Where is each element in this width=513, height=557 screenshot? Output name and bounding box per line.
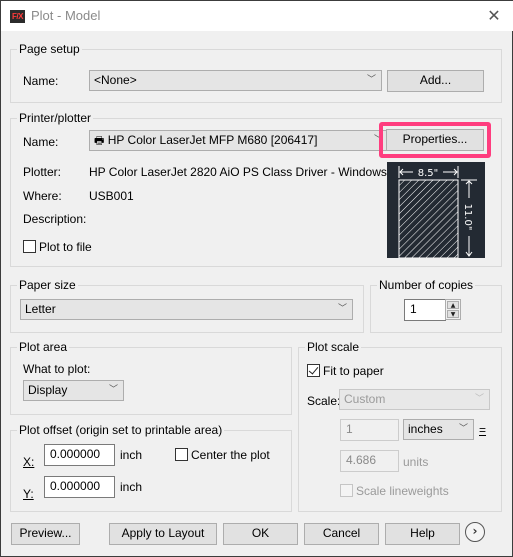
page-setup-label: Page setup [17, 42, 82, 56]
what-to-plot-label: What to plot: [23, 362, 91, 376]
plot-to-file-checkbox[interactable] [23, 240, 36, 253]
plot-to-file-label[interactable]: Plot to file [39, 240, 92, 254]
chevron-down-icon: ﹀ [474, 394, 484, 404]
plot-offset-group: Plot offset (origin set to printable are… [10, 423, 292, 512]
expand-button[interactable]: › [465, 522, 485, 542]
printer-name-select[interactable]: 🖶 HP Color LaserJet MFP M680 [206417] ﹀ [89, 130, 389, 151]
page-setup-name-select[interactable]: <None> ﹀ [89, 70, 382, 91]
drawing-units-label: units [403, 455, 429, 469]
fit-to-paper-label[interactable]: Fit to paper [323, 364, 384, 378]
plotter-label: Plotter: [23, 165, 62, 179]
copies-label: Number of copies [377, 278, 476, 292]
app-logo-icon: F/X [10, 10, 25, 23]
paper-sheet [398, 179, 459, 259]
properties-button[interactable]: Properties... [386, 129, 484, 151]
description-label: Description: [23, 212, 87, 226]
paper-units-input[interactable]: 1 [340, 419, 399, 441]
ok-button[interactable]: OK [223, 523, 298, 545]
scale-select[interactable]: Custom ﹀ [339, 389, 490, 410]
plot-dialog: F/X Plot - Model ✕ Page setup Name: <Non… [0, 0, 513, 557]
scale-value: Custom [344, 392, 386, 406]
apply-to-layout-button[interactable]: Apply to Layout [109, 523, 217, 545]
help-button[interactable]: Help [385, 523, 460, 545]
offset-y-label: Y: [23, 487, 34, 501]
chevron-right-icon: › [472, 524, 478, 538]
preview-button[interactable]: Preview... [11, 523, 80, 545]
scale-lineweights-label[interactable]: Scale lineweights [356, 484, 449, 498]
fit-to-paper-checkbox[interactable] [307, 364, 320, 377]
where-label: Where: [23, 189, 62, 203]
center-plot-label[interactable]: Center the plot [191, 448, 270, 462]
units-select[interactable]: inches ﹀ [403, 419, 474, 440]
what-to-plot-value: Display [28, 383, 68, 397]
offset-y-unit: inch [120, 480, 143, 494]
title-bar: F/X Plot - Model ✕ [1, 0, 513, 31]
paper-height-label: 11.0" [462, 204, 473, 231]
scale-lineweights-checkbox[interactable] [340, 484, 353, 497]
plot-scale-label: Plot scale [305, 340, 362, 354]
paper-size-label: Paper size [17, 278, 78, 292]
paper-size-select[interactable]: Letter ﹀ [20, 299, 353, 320]
scale-label: Scale: [307, 394, 341, 408]
window-title: Plot - Model [31, 8, 101, 23]
equals-sign: = [479, 423, 487, 437]
offset-x-unit: inch [120, 448, 143, 462]
plotter-value: HP Color LaserJet 2820 AiO PS Class Driv… [89, 165, 409, 179]
page-setup-name-value: <None> [94, 73, 137, 87]
cancel-button[interactable]: Cancel [304, 523, 379, 545]
printer-name-label: Name: [23, 135, 59, 149]
copies-stepper[interactable]: ▲ ▼ [445, 299, 461, 320]
chevron-down-icon: ﹀ [458, 424, 468, 434]
copies-input[interactable]: 1 [404, 299, 446, 321]
paper-size-value: Letter [25, 302, 56, 316]
chevron-down-icon: ﹀ [108, 385, 118, 395]
close-icon: ✕ [487, 6, 501, 25]
offset-y-input[interactable]: 0.000000 [44, 476, 115, 498]
page-setup-name-label: Name: [23, 74, 59, 88]
offset-x-input[interactable]: 0.000000 [44, 444, 115, 466]
center-plot-checkbox[interactable] [175, 448, 188, 461]
printer-plotter-label: Printer/plotter [17, 111, 94, 125]
increment-button[interactable]: ▲ [447, 301, 459, 309]
drawing-units-input[interactable]: 4.686 [340, 450, 399, 472]
close-button[interactable]: ✕ [481, 4, 507, 28]
printer-icon: 🖶 [94, 135, 105, 147]
chevron-down-icon: ﹀ [337, 304, 347, 314]
paper-preview-drawing: 8.5" 11.0" [398, 166, 477, 259]
paper-width-label: 8.5" [418, 168, 439, 179]
units-value: inches [408, 422, 443, 436]
decrement-button[interactable]: ▼ [447, 310, 459, 318]
paper-preview: 8.5" 11.0" [387, 162, 485, 259]
printer-name-value: HP Color LaserJet MFP M680 [206417] [107, 133, 318, 147]
plot-offset-label: Plot offset (origin set to printable are… [17, 423, 225, 437]
plot-area-label: Plot area [17, 340, 70, 354]
where-value: USB001 [89, 189, 134, 203]
offset-x-label: X: [23, 455, 35, 469]
add-button[interactable]: Add... [387, 70, 484, 92]
chevron-down-icon: ﹀ [366, 75, 376, 85]
what-to-plot-select[interactable]: Display ﹀ [23, 380, 124, 401]
